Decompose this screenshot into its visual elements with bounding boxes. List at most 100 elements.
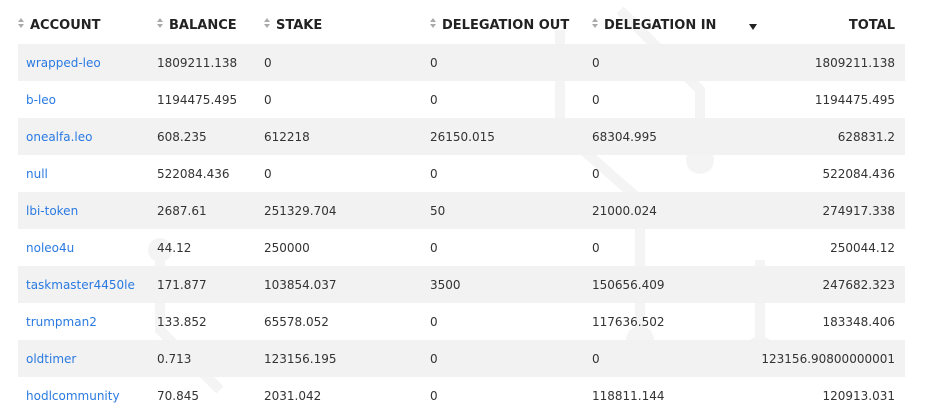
cell-balance: 44.12: [157, 240, 192, 255]
cell-stake: 0: [264, 166, 272, 181]
cell-delegation-out: 0: [430, 388, 438, 403]
cell-total: 247682.323: [755, 266, 905, 303]
cell-account: onealfa.leo: [18, 118, 157, 155]
account-link[interactable]: trumpman2: [26, 315, 97, 329]
cell-account: hodlcommunity: [18, 377, 157, 414]
column-header-total[interactable]: TOTAL: [755, 7, 905, 44]
cell-delegation-in: 117636.502: [592, 314, 665, 329]
cell-account: oldtimer: [18, 340, 157, 377]
sort-arrows-icon[interactable]: [430, 18, 436, 28]
table-row: lbi-token 2687.61 251329.704 50 21000.024 274…: [18, 192, 905, 229]
cell-delegation-in: 0: [592, 340, 755, 377]
cell-balance: 608.235: [157, 118, 264, 155]
cell-stake: 0: [264, 44, 430, 81]
cell-delegation-in: 118811.144: [592, 388, 665, 403]
cell-delegation-in: 68304.995: [592, 118, 755, 155]
cell-delegation-out: 26150.015: [430, 118, 592, 155]
sort-arrows-icon[interactable]: [592, 18, 598, 28]
cell-delegation-in: 0: [592, 240, 600, 255]
column-header-label: BALANCE: [169, 18, 237, 33]
cell-account: taskmaster4450le: [18, 266, 157, 303]
cell-account: lbi-token: [18, 192, 157, 229]
column-header-label: TOTAL: [848, 18, 895, 33]
cell-balance: 171.877: [157, 266, 264, 303]
sort-arrows-icon[interactable]: [264, 18, 270, 28]
cell-delegation-out: 0: [430, 240, 438, 255]
account-link[interactable]: wrapped-leo: [26, 56, 101, 70]
cell-delegation-out: 0: [430, 314, 438, 329]
cell-total: 250044.12: [830, 240, 895, 255]
account-link[interactable]: onealfa.leo: [26, 130, 92, 144]
column-header-delegation-in[interactable]: DELEGATION IN: [592, 7, 758, 44]
cell-stake: 0: [264, 92, 272, 107]
column-header-balance[interactable]: BALANCE: [157, 7, 264, 44]
cell-total: 183348.406: [822, 314, 895, 329]
column-header-account[interactable]: ACCOUNT: [18, 7, 157, 44]
cell-account: b-leo: [18, 81, 157, 118]
cell-balance: 1809211.138: [157, 44, 264, 81]
account-link[interactable]: oldtimer: [26, 352, 76, 366]
table-row: trumpman2 133.852 65578.052 0 117636.502 1833…: [18, 303, 905, 340]
cell-stake: 251329.704: [264, 192, 430, 229]
cell-total: 274917.338: [755, 192, 905, 229]
table-row: wrapped-leo 1809211.138 0 0 0 1809211.138: [18, 44, 905, 81]
cell-account: noleo4u: [18, 229, 157, 266]
cell-delegation-out: 0: [430, 92, 438, 107]
cell-delegation-out: 50: [430, 192, 592, 229]
column-header-label: ACCOUNT: [30, 18, 101, 33]
table-row: noleo4u 44.12 250000 0 0 250044.12: [18, 229, 905, 266]
account-link[interactable]: b-leo: [26, 93, 56, 107]
cell-balance: 2687.61: [157, 192, 264, 229]
table-header-row: ACCOUNT BALANCE STAKE DELEGATION OUT DEL…: [18, 7, 905, 44]
cell-delegation-in: 0: [592, 92, 600, 107]
cell-balance: 133.852: [157, 314, 207, 329]
cell-delegation-in: 150656.409: [592, 266, 755, 303]
column-header-label: DELEGATION OUT: [442, 18, 570, 33]
cell-stake: 250000: [264, 240, 310, 255]
column-header-stake[interactable]: STAKE: [264, 7, 430, 44]
accounts-table: ACCOUNT BALANCE STAKE DELEGATION OUT DEL…: [18, 7, 905, 414]
cell-stake: 65578.052: [264, 314, 329, 329]
column-header-label: DELEGATION IN: [604, 18, 717, 33]
cell-balance: 70.845: [157, 388, 199, 403]
table-row: oldtimer 0.713 123156.195 0 0 123156.90800000…: [18, 340, 905, 377]
account-link[interactable]: taskmaster4450le: [26, 278, 135, 292]
cell-total: 628831.2: [755, 118, 905, 155]
account-link[interactable]: null: [26, 167, 48, 181]
cell-stake: 103854.037: [264, 266, 430, 303]
cell-account: null: [18, 155, 157, 192]
cell-stake: 612218: [264, 118, 430, 155]
cell-balance: 0.713: [157, 340, 264, 377]
cell-total: 1809211.138: [755, 44, 905, 81]
sort-arrows-icon[interactable]: [157, 18, 163, 28]
cell-account: trumpman2: [18, 303, 157, 340]
cell-delegation-in: 0: [592, 166, 600, 181]
column-header-label: STAKE: [276, 18, 323, 33]
column-header-delegation-out[interactable]: DELEGATION OUT: [430, 7, 592, 44]
table-row: null 522084.436 0 0 0 522084.436: [18, 155, 905, 192]
table-row: hodlcommunity 70.845 2031.042 0 118811.144 12…: [18, 377, 905, 414]
cell-stake: 123156.195: [264, 340, 430, 377]
table-row: taskmaster4450le 171.877 103854.037 3500 150…: [18, 266, 905, 303]
cell-account: wrapped-leo: [18, 44, 157, 81]
cell-delegation-out: 0: [430, 166, 438, 181]
account-link[interactable]: hodlcommunity: [26, 389, 120, 403]
cell-total: 522084.436: [822, 166, 895, 181]
cell-stake: 2031.042: [264, 388, 322, 403]
cell-delegation-in: 21000.024: [592, 192, 755, 229]
cell-balance: 522084.436: [157, 166, 230, 181]
account-link[interactable]: lbi-token: [26, 204, 78, 218]
cell-delegation-in: 0: [592, 44, 755, 81]
cell-total: 120913.031: [822, 388, 895, 403]
cell-total: 123156.90800000001: [755, 340, 905, 377]
sort-arrows-icon[interactable]: [18, 18, 24, 28]
table-row: onealfa.leo 608.235 612218 26150.015 68304.9…: [18, 118, 905, 155]
cell-delegation-out: 0: [430, 44, 592, 81]
table-row: b-leo 1194475.495 0 0 0 1194475.495: [18, 81, 905, 118]
sort-desc-icon[interactable]: [749, 19, 758, 34]
account-link[interactable]: noleo4u: [26, 241, 74, 255]
cell-delegation-out: 3500: [430, 266, 592, 303]
cell-total: 1194475.495: [814, 92, 895, 107]
cell-balance: 1194475.495: [157, 92, 238, 107]
cell-delegation-out: 0: [430, 340, 592, 377]
